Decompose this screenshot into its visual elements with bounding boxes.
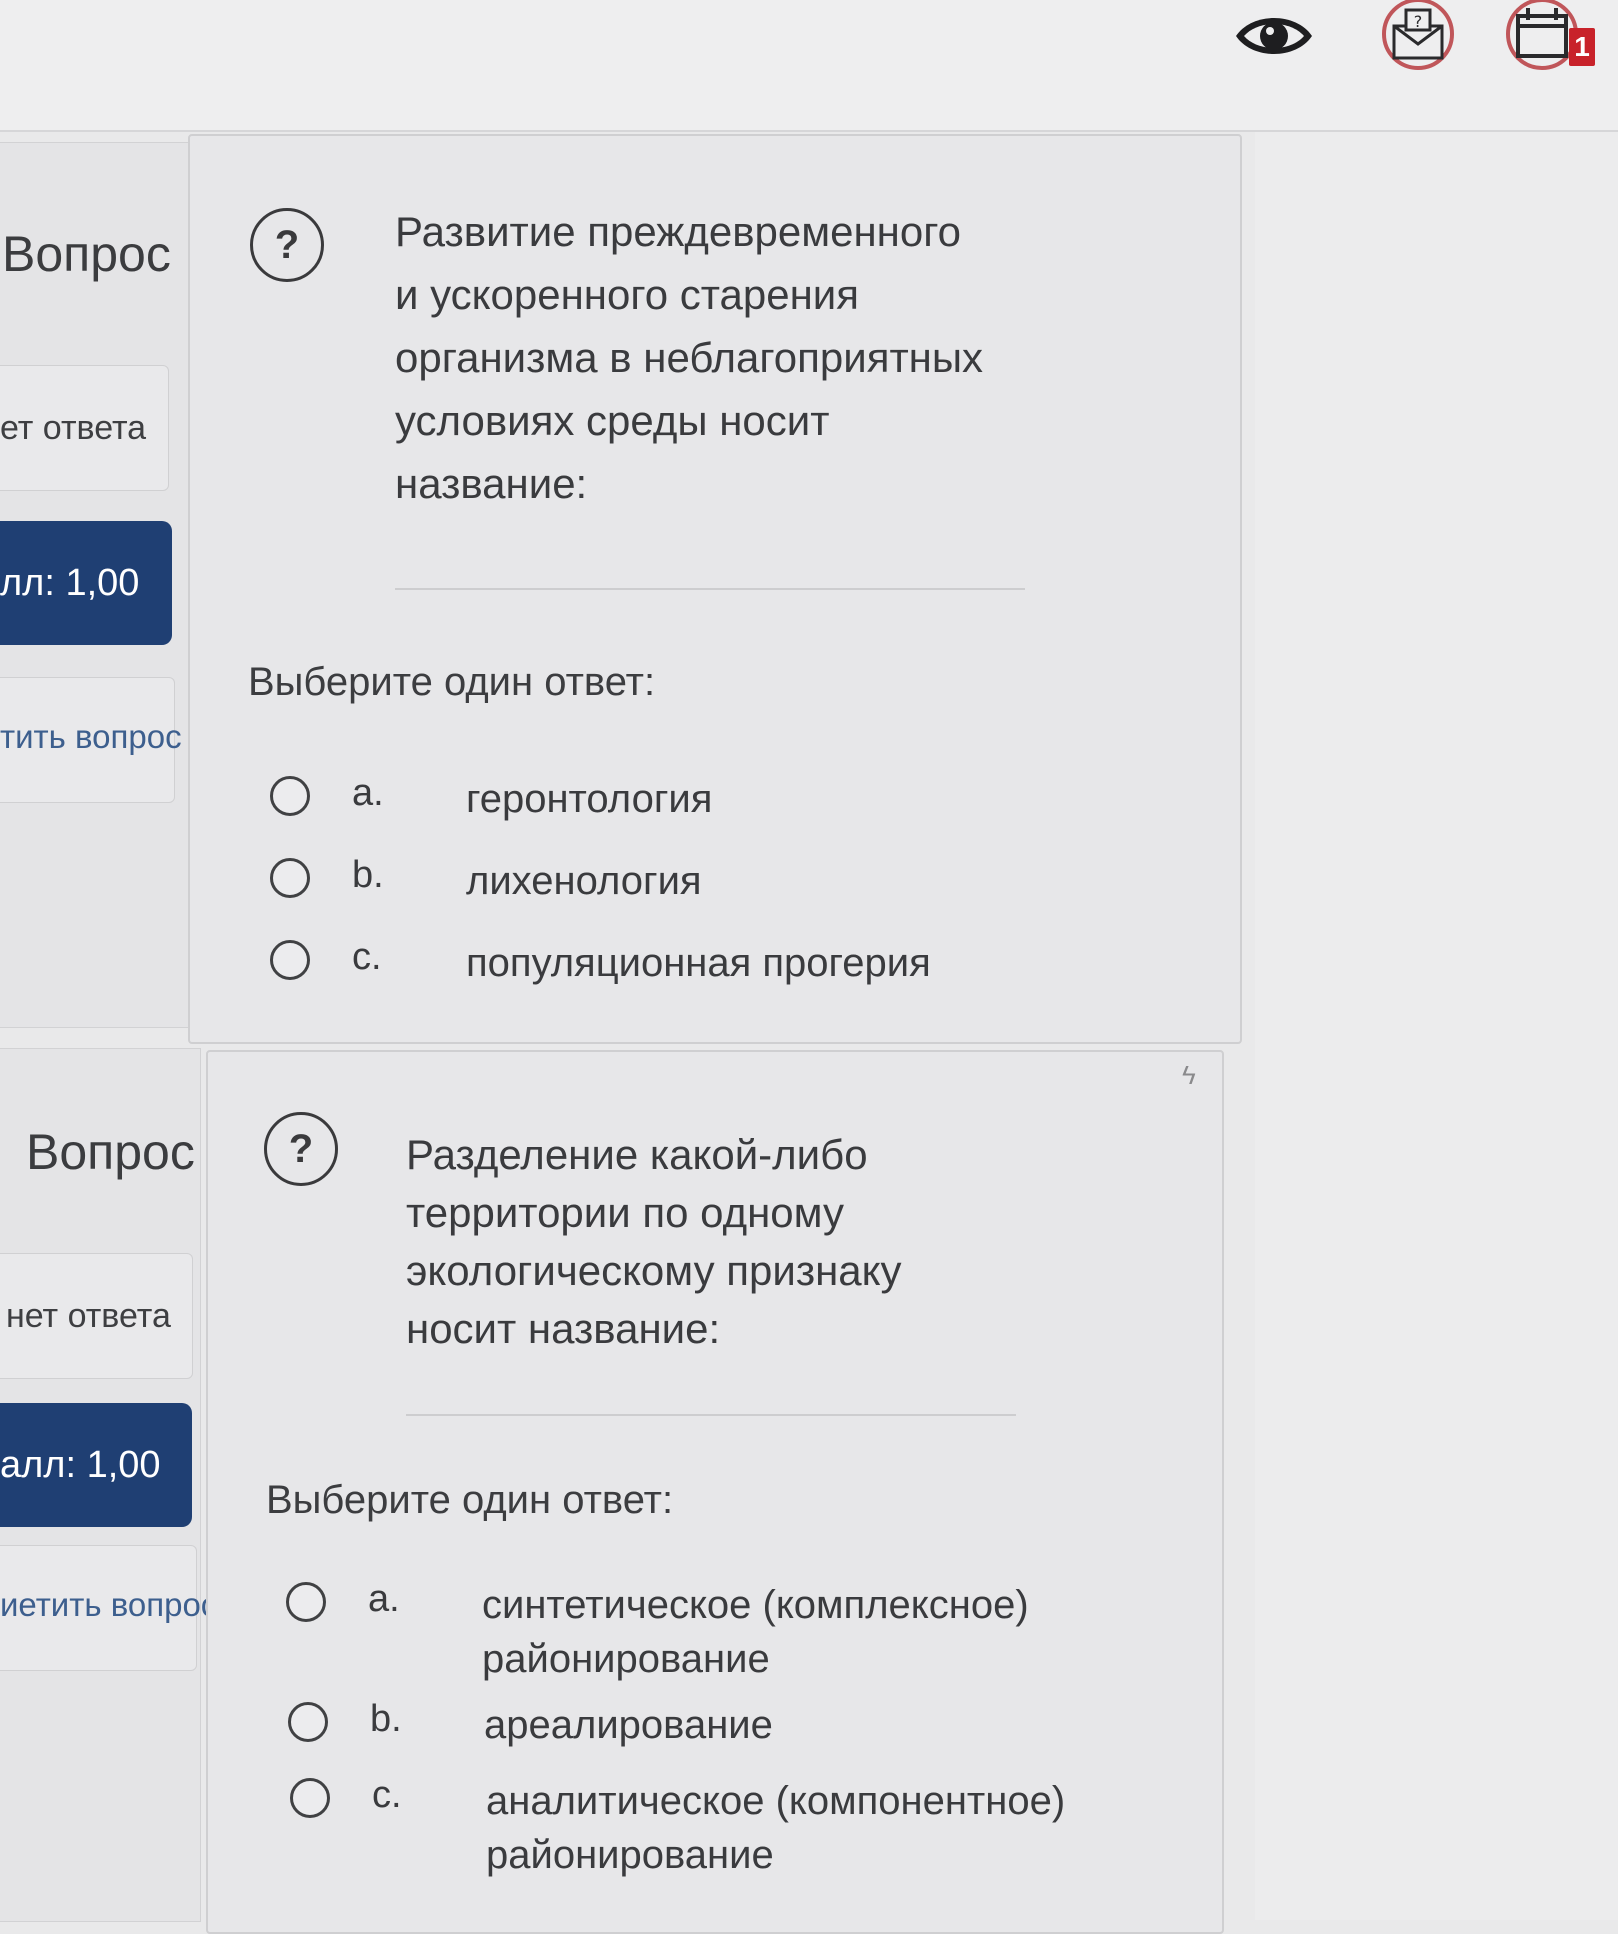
right-empty-area	[1255, 132, 1618, 1920]
question-title: Вопрос	[2, 226, 171, 282]
option-text: популяционная прогерия	[466, 941, 931, 985]
option-text: лихенология	[466, 859, 702, 903]
option-letter: a.	[368, 1578, 400, 1620]
top-navbar: ? 1	[0, 0, 1618, 132]
option-text: геронтология	[466, 777, 713, 821]
question-grade-label: лл: 1,00	[0, 561, 140, 604]
option-letter: c.	[352, 936, 382, 978]
answer-option[interactable]: c. популяционная прогерия	[270, 936, 1070, 1000]
option-letter: b.	[370, 1698, 402, 1740]
option-text: аналитическое (компонентное) районирован…	[486, 1779, 1066, 1877]
question-state: ет ответа	[0, 365, 169, 491]
help-icon[interactable]: ?	[250, 208, 324, 282]
pin-icon: ϟ	[1182, 1060, 1196, 1090]
question-grade: алл: 1,00	[0, 1403, 192, 1527]
question-grade-label: алл: 1,00	[0, 1443, 161, 1486]
question-text: Развитие преждевременного и ускоренного …	[395, 208, 984, 507]
answer-option[interactable]: a. геронтология	[270, 772, 1070, 836]
option-letter: b.	[352, 854, 384, 896]
answer-prompt: Выберите один ответ:	[248, 660, 656, 704]
flag-question-link[interactable]: тить вопрос	[0, 677, 182, 803]
notification-badge: 1	[1569, 28, 1595, 66]
question-info-panel: Вопрос ет ответа лл: 1,00 тить вопрос	[0, 142, 201, 1028]
question-grade: лл: 1,00	[0, 521, 172, 645]
answer-option[interactable]: b. ареалирование	[288, 1698, 1108, 1762]
radio-button[interactable]	[288, 1702, 328, 1742]
radio-button[interactable]	[286, 1582, 326, 1622]
question-state-label: ет ответа	[0, 408, 147, 447]
option-text: ареалирование	[484, 1703, 773, 1747]
answer-option[interactable]: a. синтетическое (комплексное) райониров…	[286, 1578, 1106, 1681]
radio-button[interactable]	[270, 776, 310, 816]
radio-button[interactable]	[270, 940, 310, 980]
divider	[406, 1414, 1016, 1416]
svg-text:?: ?	[1414, 12, 1423, 31]
question-info-panel: Вопрос нет ответа алл: 1,00 иетить вопро…	[0, 1048, 217, 1922]
radio-button[interactable]	[270, 858, 310, 898]
message-icon[interactable]: ?	[1378, 0, 1458, 81]
question-content: ϟ ? Разделение какой-либо территории по …	[206, 1050, 1224, 1934]
help-icon[interactable]: ?	[264, 1112, 338, 1186]
option-letter: a.	[352, 772, 384, 814]
answer-prompt: Выберите один ответ:	[266, 1478, 674, 1522]
answer-option[interactable]: b. лихенология	[270, 854, 1070, 918]
question-title: Вопрос	[26, 1124, 195, 1180]
answer-option[interactable]: c. аналитическое (компонентное) райониро…	[290, 1774, 1110, 1877]
question-text: Разделение какой-либо территории по одно…	[406, 1131, 902, 1352]
flag-question-label[interactable]: тить вопрос	[0, 718, 182, 756]
flag-question-link[interactable]: иетить вопрос	[0, 1545, 217, 1671]
question-state: нет ответа	[0, 1253, 193, 1379]
radio-button[interactable]	[290, 1778, 330, 1818]
question-state-label: нет ответа	[6, 1296, 171, 1335]
question-content: ? Развитие преждевременного и ускоренног…	[188, 134, 1242, 1044]
option-text: синтетическое (комплексное) районировани…	[482, 1583, 1029, 1681]
eye-icon[interactable]	[1232, 6, 1316, 71]
option-letter: c.	[372, 1774, 402, 1816]
flag-question-label[interactable]: иетить вопрос	[0, 1586, 217, 1624]
divider	[395, 588, 1025, 590]
